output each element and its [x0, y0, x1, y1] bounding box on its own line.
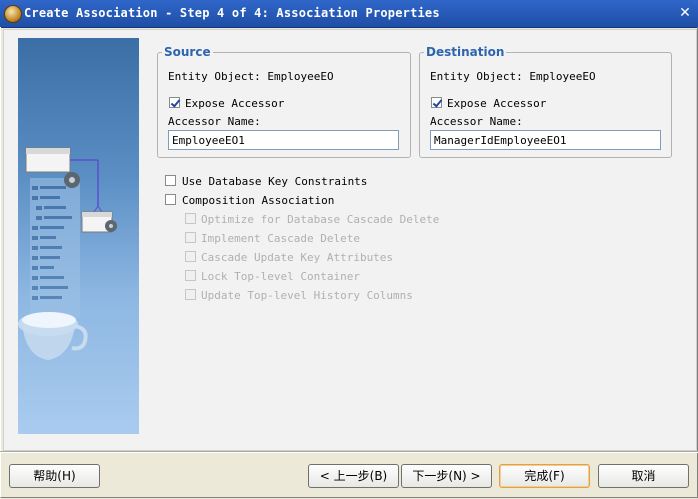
destination-accessor-name-field[interactable]: ManagerIdEmployeeEO1: [430, 130, 661, 150]
lock-top-level-label[interactable]: Lock Top-level Container: [201, 270, 360, 283]
cancel-button[interactable]: 取消: [598, 464, 689, 488]
source-expose-checkbox[interactable]: [169, 97, 180, 108]
window-title: Create Association - Step 4 of 4: Associ…: [24, 6, 440, 20]
wizard-side-illustration: [18, 38, 139, 434]
next-button[interactable]: 下一步(N) >: [401, 464, 492, 488]
composition-association-label[interactable]: Composition Association: [182, 194, 334, 207]
update-history-columns-checkbox[interactable]: [185, 289, 196, 300]
update-history-columns-label[interactable]: Update Top-level History Columns: [201, 289, 413, 302]
lock-top-level-checkbox[interactable]: [185, 270, 196, 281]
optimize-cascade-delete-checkbox[interactable]: [185, 213, 196, 224]
destination-expose-checkbox[interactable]: [431, 97, 442, 108]
implement-cascade-delete-checkbox[interactable]: [185, 232, 196, 243]
finish-button[interactable]: 完成(F): [499, 464, 590, 488]
optimize-cascade-delete-label[interactable]: Optimize for Database Cascade Delete: [201, 213, 439, 226]
destination-expose-label[interactable]: Expose Accessor: [447, 97, 546, 110]
use-db-key-constraints-checkbox[interactable]: [165, 175, 176, 186]
title-bar: Create Association - Step 4 of 4: Associ…: [0, 0, 698, 28]
source-entity-label: Entity Object: EmployeeEO: [168, 70, 334, 83]
source-legend: Source: [164, 45, 211, 59]
destination-entity-label: Entity Object: EmployeeEO: [430, 70, 596, 83]
source-expose-label[interactable]: Expose Accessor: [185, 97, 284, 110]
cascade-update-keys-label[interactable]: Cascade Update Key Attributes: [201, 251, 393, 264]
close-icon[interactable]: ✕: [678, 6, 692, 20]
source-accessor-name-field[interactable]: EmployeeEO1: [168, 130, 399, 150]
destination-accessor-name-label: Accessor Name:: [430, 115, 523, 128]
use-db-key-constraints-label[interactable]: Use Database Key Constraints: [182, 175, 367, 188]
destination-legend: Destination: [426, 45, 505, 59]
back-button[interactable]: < 上一步(B): [308, 464, 399, 488]
implement-cascade-delete-label[interactable]: Implement Cascade Delete: [201, 232, 360, 245]
button-bar-separator: [0, 451, 698, 453]
help-button[interactable]: 帮助(H): [9, 464, 100, 488]
composition-association-checkbox[interactable]: [165, 194, 176, 205]
source-accessor-name-label: Accessor Name:: [168, 115, 261, 128]
wizard-coffee-icon: [4, 5, 22, 23]
cascade-update-keys-checkbox[interactable]: [185, 251, 196, 262]
